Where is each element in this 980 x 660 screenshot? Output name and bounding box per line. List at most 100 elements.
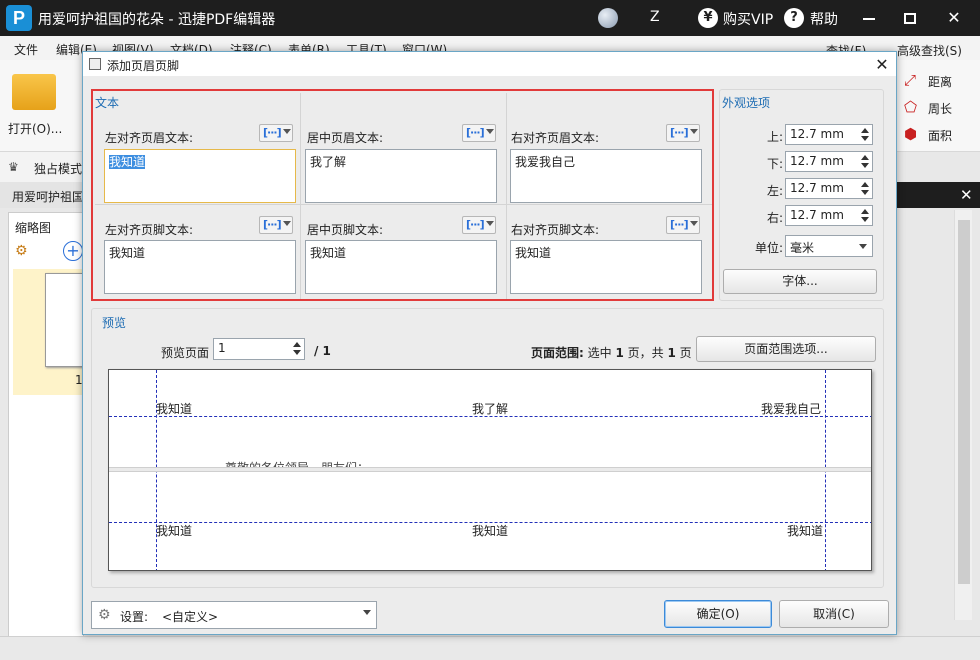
thumbnail-panel-title: 缩略图 <box>15 221 52 235</box>
open-button-label[interactable]: 打开(O)... <box>8 120 62 137</box>
center-header-macro-button[interactable]: [···] <box>462 124 496 142</box>
title-bar: P 用爱呵护祖国的花朵 - 迅捷PDF编辑器 Z ¥ 购买VIP ? 帮助 ✕ <box>0 0 980 36</box>
area-tool-label[interactable]: 面积 <box>928 127 952 144</box>
divider <box>506 93 507 299</box>
yen-icon[interactable]: ¥ <box>698 8 718 28</box>
right-header-macro-button[interactable]: [···] <box>666 124 700 142</box>
divider <box>95 204 712 205</box>
font-button[interactable]: 字体... <box>723 269 877 294</box>
maximize-button[interactable] <box>898 6 922 30</box>
text-group-label: 文本 <box>95 96 120 110</box>
scrollbar-thumb[interactable] <box>958 220 970 584</box>
cancel-button[interactable]: 取消(C) <box>779 600 889 628</box>
unit-label: 单位: <box>755 241 784 255</box>
minimize-button[interactable] <box>857 6 881 30</box>
left-footer-macro-button[interactable]: [···] <box>259 216 293 234</box>
page-break <box>109 467 871 472</box>
ok-button[interactable]: 确定(O) <box>664 600 772 628</box>
page-range-summary: 页面范围: 选中 1 页，共 1 页 <box>531 344 692 361</box>
dropdown-arrow-icon <box>283 221 291 226</box>
center-footer-label: 居中页脚文本: <box>307 223 384 237</box>
preview-page-spinbox[interactable]: 1 <box>213 338 305 360</box>
dialog-close-icon[interactable]: ✕ <box>873 55 891 74</box>
close-icon[interactable]: ✕ <box>960 186 973 204</box>
folder-icon[interactable] <box>12 74 56 110</box>
center-footer-macro-button[interactable]: [···] <box>462 216 496 234</box>
perimeter-icon[interactable]: ⬠ <box>904 99 922 115</box>
distance-icon[interactable]: ⤢ <box>904 72 922 88</box>
macro-icon: [···] <box>670 218 689 231</box>
page-range-total: 1 <box>667 346 676 360</box>
dialog-title-bar: 添加页眉页脚 ✕ <box>83 52 896 76</box>
status-bar <box>0 636 980 660</box>
page-range-post: 页 <box>675 346 692 360</box>
perimeter-tool-label[interactable]: 周长 <box>928 100 952 117</box>
settings-value: <自定义> <box>162 610 219 624</box>
user-avatar[interactable] <box>598 8 618 28</box>
page-range-pre: 选中 <box>583 346 616 360</box>
document-tab-bar: 用爱呵护祖国 <box>0 182 84 208</box>
spin-arrows-icon[interactable] <box>860 207 870 224</box>
left-footer-label: 左对齐页脚文本: <box>105 223 194 237</box>
maximize-icon <box>904 13 916 24</box>
gear-icon[interactable]: ⚙ <box>15 243 28 259</box>
vertical-scrollbar[interactable] <box>954 210 972 620</box>
add-page-icon[interactable]: + <box>63 241 83 261</box>
distance-tool-label[interactable]: 距离 <box>928 73 952 90</box>
preview-footer-right: 我知道 <box>787 524 824 538</box>
close-window-button[interactable]: ✕ <box>942 6 966 30</box>
macro-icon: [···] <box>263 218 282 231</box>
exclusive-mode-button[interactable]: 独占模式 <box>34 160 82 177</box>
spin-arrows-icon[interactable] <box>860 153 870 170</box>
advanced-find-button[interactable]: 高级查找(S) <box>897 42 962 59</box>
right-footer-macro-button[interactable]: [···] <box>666 216 700 234</box>
left-header-input[interactable]: 我知道 <box>104 149 296 203</box>
dropdown-arrow-icon <box>283 129 291 134</box>
page-range-selected: 1 <box>615 346 624 360</box>
spin-arrows-icon[interactable] <box>292 340 302 357</box>
right-header-input[interactable]: 我爱我自己 <box>510 149 702 203</box>
macro-icon: [···] <box>466 126 485 139</box>
settings-select[interactable]: ⚙ 设置: <自定义> <box>91 601 377 629</box>
divider <box>300 93 301 299</box>
area-icon[interactable]: ⬢ <box>904 126 922 142</box>
dropdown-arrow-icon <box>690 221 698 226</box>
page-range-mid: 页，共 <box>623 346 668 360</box>
bottom-margin-label: 下: <box>767 157 784 171</box>
right-margin-spinbox[interactable]: 12.7 mm <box>785 205 873 226</box>
bottom-margin-spinbox[interactable]: 12.7 mm <box>785 151 873 172</box>
thumbnail-panel: 缩略图 ⚙ + 1 <box>8 212 85 660</box>
top-margin-spinbox[interactable]: 12.7 mm <box>785 124 873 145</box>
gear-icon: ⚙ <box>98 607 111 623</box>
preview-header-right: 我爱我自己 <box>761 402 822 416</box>
right-header-value: 我爱我自己 <box>515 155 576 169</box>
help-button[interactable]: 帮助 <box>810 9 838 29</box>
appearance-options-label: 外观选项 <box>722 96 771 110</box>
left-margin-spinbox[interactable]: 12.7 mm <box>785 178 873 199</box>
mode-bar: ♛ 独占模式 <box>0 152 84 182</box>
preview-page-label: 预览页面 <box>161 346 210 360</box>
user-name[interactable]: Z <box>650 9 660 25</box>
crown-icon: ♛ <box>8 160 19 174</box>
left-header-label: 左对齐页眉文本: <box>105 131 194 145</box>
help-icon[interactable]: ? <box>784 8 804 28</box>
spin-arrows-icon[interactable] <box>860 126 870 143</box>
unit-select[interactable]: 毫米 <box>785 235 873 257</box>
center-footer-input[interactable]: 我知道 <box>305 240 497 294</box>
dropdown-arrow-icon <box>486 129 494 134</box>
left-footer-input[interactable]: 我知道 <box>104 240 296 294</box>
unit-value: 毫米 <box>790 241 815 255</box>
buy-vip-button[interactable]: 购买VIP <box>723 9 773 29</box>
preview-group-label: 预览 <box>102 316 127 330</box>
page-range-options-button[interactable]: 页面范围选项... <box>696 336 876 362</box>
right-margin-value: 12.7 mm <box>790 208 844 222</box>
menu-file[interactable]: 文件 <box>14 41 38 58</box>
document-tab[interactable]: 用爱呵护祖国 <box>12 188 84 205</box>
center-header-label: 居中页眉文本: <box>307 131 384 145</box>
center-header-input[interactable]: 我了解 <box>305 149 497 203</box>
page-range-label: 页面范围: <box>531 346 584 360</box>
spin-arrows-icon[interactable] <box>860 180 870 197</box>
page-thumbnail[interactable]: 1 <box>13 269 85 395</box>
right-footer-input[interactable]: 我知道 <box>510 240 702 294</box>
left-header-macro-button[interactable]: [···] <box>259 124 293 142</box>
